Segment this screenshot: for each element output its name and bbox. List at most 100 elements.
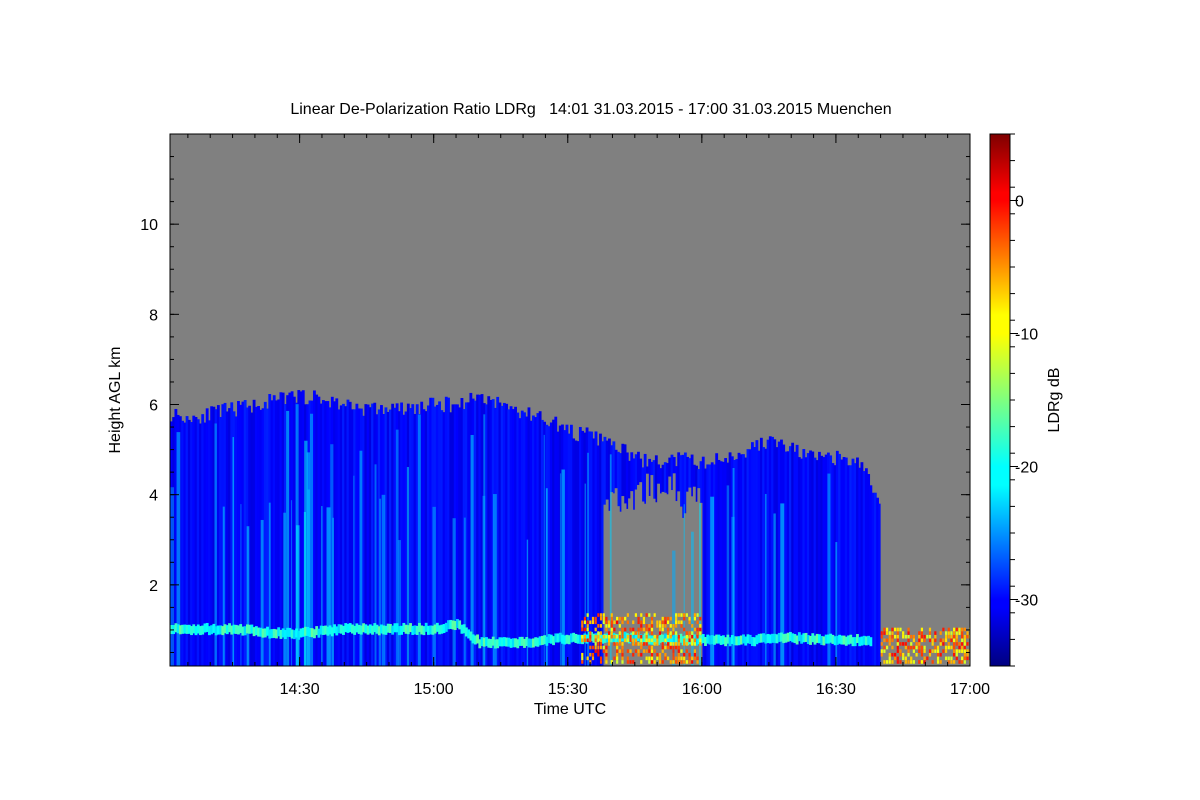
- high-ldr-cell: [685, 613, 688, 617]
- high-ldr-cell: [915, 645, 918, 650]
- high-ldr-cell: [666, 656, 670, 661]
- fall-streak: [332, 517, 334, 666]
- high-ldr-cell: [899, 627, 902, 632]
- high-ldr-cell: [666, 645, 670, 650]
- high-ldr-cell: [912, 645, 915, 650]
- high-ldr-cell: [666, 627, 670, 632]
- high-ldr-cell: [581, 660, 584, 664]
- high-ldr-cell: [677, 642, 680, 646]
- high-ldr-cell: [904, 645, 907, 650]
- high-ldr-cell: [645, 631, 648, 635]
- high-ldr-cell: [888, 638, 891, 643]
- high-ldr-cell: [934, 649, 937, 653]
- high-ldr-cell: [880, 631, 883, 635]
- high-ldr-cell: [589, 638, 592, 643]
- high-ldr-cell: [683, 638, 686, 643]
- high-ldr-cell: [586, 627, 589, 632]
- high-ldr-cell: [883, 627, 886, 632]
- high-ldr-cell: [581, 634, 584, 639]
- fall-streak: [295, 525, 300, 666]
- high-ldr-cell: [685, 660, 688, 664]
- high-ldr-cell: [648, 649, 651, 653]
- high-ldr-cell: [618, 642, 621, 646]
- high-ldr-cell: [594, 620, 597, 625]
- high-ldr-cell: [683, 652, 686, 657]
- high-ldr-cell: [607, 642, 611, 646]
- high-ldr-cell: [650, 656, 654, 661]
- high-ldr-cell: [618, 649, 621, 653]
- high-ldr-cell: [672, 645, 675, 650]
- high-ldr-cell: [624, 616, 627, 621]
- high-ldr-cell: [683, 656, 686, 661]
- high-ldr-cell: [669, 616, 672, 621]
- high-ldr-cell: [653, 649, 656, 653]
- colorbar-tick-label: -20: [1015, 460, 1038, 477]
- high-ldr-cell: [966, 642, 969, 646]
- high-ldr-cell: [891, 627, 894, 632]
- high-ldr-cell: [953, 631, 956, 635]
- high-ldr-cell: [896, 634, 899, 639]
- high-ldr-cell: [918, 638, 921, 643]
- fall-streak: [268, 502, 271, 666]
- high-ldr-cell: [621, 616, 624, 621]
- high-ldr-cell: [591, 645, 595, 650]
- high-ldr-cell: [955, 649, 958, 653]
- high-ldr-cell: [899, 649, 902, 653]
- fall-streak: [470, 434, 474, 666]
- high-ldr-cell: [680, 624, 683, 628]
- high-ldr-cell: [634, 642, 638, 646]
- high-ldr-cell: [891, 660, 894, 664]
- high-ldr-cell: [888, 656, 891, 661]
- high-ldr-cell: [963, 656, 966, 661]
- high-ldr-cell: [931, 649, 934, 653]
- high-ldr-cell: [664, 616, 667, 621]
- high-ldr-cell: [675, 624, 678, 628]
- high-ldr-cell: [586, 620, 589, 625]
- plot-area: [170, 134, 970, 666]
- high-ldr-cell: [594, 638, 597, 643]
- high-ldr-cell: [918, 660, 921, 664]
- high-ldr-cell: [685, 649, 688, 653]
- high-ldr-cell: [896, 638, 899, 643]
- high-ldr-cell: [621, 660, 624, 664]
- high-ldr-cell: [920, 649, 924, 653]
- high-ldr-cell: [672, 631, 675, 635]
- high-ldr-cell: [607, 620, 611, 625]
- high-ldr-cell: [597, 634, 600, 639]
- boundary-layer-band: [869, 637, 873, 647]
- high-ldr-cell: [605, 624, 608, 628]
- high-ldr-cell: [958, 660, 961, 664]
- high-ldr-cell: [963, 642, 966, 646]
- high-ldr-cell: [637, 642, 640, 646]
- high-ldr-cell: [880, 634, 883, 639]
- high-ldr-cell: [918, 649, 921, 653]
- high-ldr-cell: [904, 656, 907, 661]
- high-ldr-cell: [920, 645, 924, 650]
- high-ldr-cell: [650, 631, 654, 635]
- high-ldr-cell: [658, 652, 662, 657]
- high-ldr-cell: [907, 627, 910, 632]
- high-ldr-cell: [637, 652, 640, 657]
- high-ldr-cell: [966, 634, 969, 639]
- colorbar-tick-label: -30: [1015, 593, 1038, 610]
- high-ldr-cell: [920, 638, 924, 643]
- high-ldr-cell: [645, 656, 648, 661]
- high-ldr-cell: [658, 660, 662, 664]
- high-ldr-cell: [637, 616, 640, 621]
- high-ldr-cell: [696, 631, 699, 635]
- fall-streak: [452, 518, 456, 666]
- x-tick-label: 16:00: [682, 681, 722, 698]
- high-ldr-cell: [683, 627, 686, 632]
- colorbar-label: LDRg dB: [1046, 368, 1063, 433]
- high-ldr-cell: [645, 649, 648, 653]
- high-ldr-cell: [581, 638, 584, 643]
- high-ldr-cell: [899, 642, 902, 646]
- high-ldr-cell: [696, 613, 699, 617]
- fall-streak: [240, 504, 242, 666]
- high-ldr-cell: [910, 645, 913, 650]
- high-ldr-cell: [675, 642, 678, 646]
- high-ldr-cell: [656, 620, 659, 625]
- high-ldr-cell: [602, 649, 605, 653]
- high-ldr-cell: [902, 656, 905, 661]
- high-ldr-cell: [961, 656, 964, 661]
